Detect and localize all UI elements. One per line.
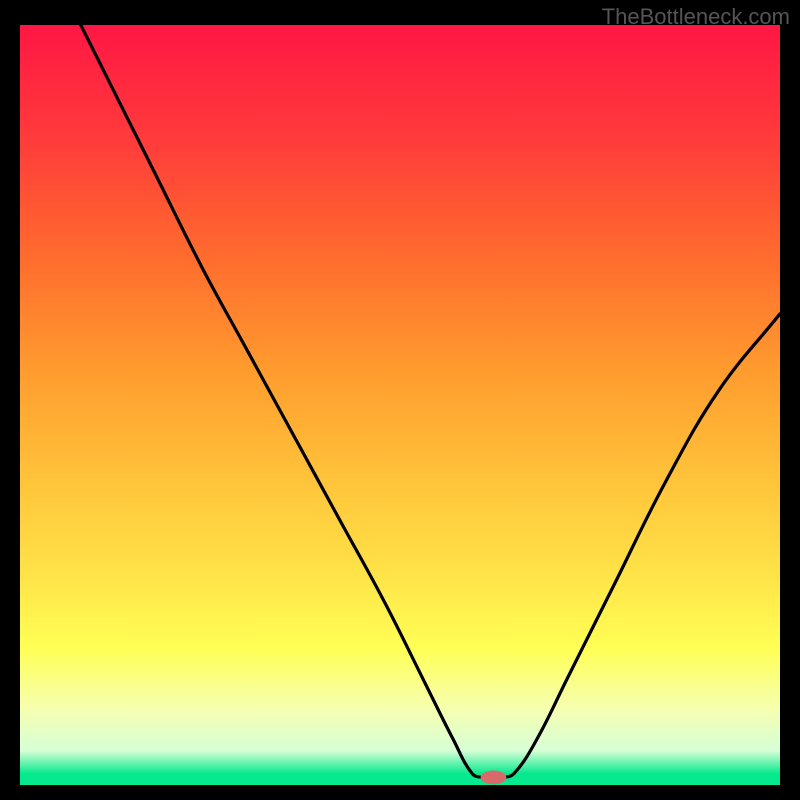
bottleneck-chart	[20, 25, 780, 785]
optimal-marker	[481, 771, 507, 785]
chart-svg	[20, 25, 780, 785]
watermark-text: TheBottleneck.com	[602, 4, 790, 30]
chart-background	[20, 25, 780, 785]
